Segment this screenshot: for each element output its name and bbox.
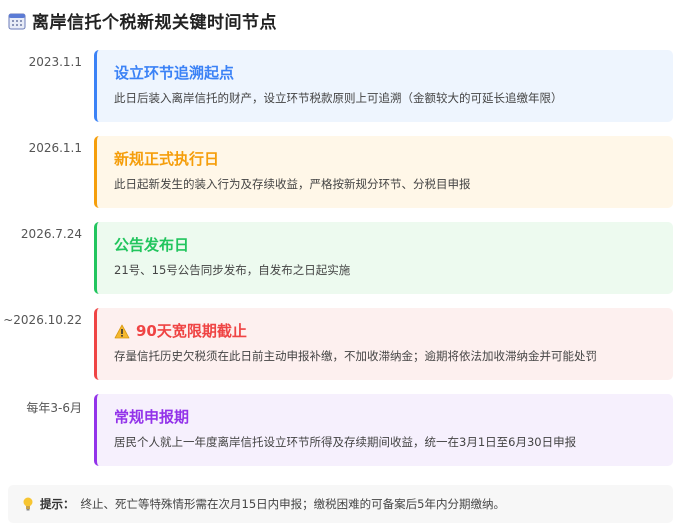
timeline-card: 设立环节追溯起点 此日后装入离岸信托的财产，设立环节税款原则上可追溯（金额较大的…	[94, 50, 673, 122]
timeline-desc: 存量信托历史欠税须在此日前主动申报补缴，不加收滞纳金；逾期将依法加收滞纳金并可能…	[114, 349, 597, 363]
calendar-icon	[8, 13, 26, 29]
timeline-title: 公告发布日	[114, 236, 190, 254]
tip-text: 终止、死亡等特殊情形需在次月15日内申报；缴税困难的可备案后5年内分期缴纳。	[80, 497, 505, 511]
timeline-date: ~2026.10.22	[3, 313, 82, 327]
timeline-desc: 居民个人就上一年度离岸信托设立环节所得及存续期间收益，统一在3月1日至6月30日…	[114, 435, 577, 449]
timeline-card: 90天宽限期截止 存量信托历史欠税须在此日前主动申报补缴，不加收滞纳金；逾期将依…	[94, 308, 673, 380]
lightbulb-icon	[23, 497, 33, 511]
timeline-desc: 此日起新发生的装入行为及存续收益，严格按新规分环节、分税目申报	[114, 177, 471, 191]
timeline-item: 2023.1.1 设立环节追溯起点 此日后装入离岸信托的财产，设立环节税款原则上…	[0, 50, 678, 122]
timeline-date: 2026.7.24	[20, 227, 82, 241]
timeline-desc: 21号、15号公告同步发布，自发布之日起实施	[114, 263, 351, 277]
timeline-title: 90天宽限期截止	[114, 320, 673, 342]
timeline-item: 2026.1.1 新规正式执行日 此日起新发生的装入行为及存续收益，严格按新规分…	[0, 136, 678, 208]
timeline-title: 新规正式执行日	[114, 150, 220, 168]
page-title: 离岸信托个税新规关键时间节点	[32, 13, 277, 33]
timeline-date: 2026.1.1	[28, 141, 82, 155]
timeline-desc: 此日后装入离岸信托的财产，设立环节税款原则上可追溯（金额较大的可延长追缴年限）	[114, 91, 563, 105]
timeline-title: 常规申报期	[114, 408, 190, 426]
tip-label: 提示：	[40, 497, 75, 511]
timeline-card: 新规正式执行日 此日起新发生的装入行为及存续收益，严格按新规分环节、分税目申报	[94, 136, 673, 208]
timeline-title: 设立环节追溯起点	[114, 64, 235, 82]
timeline-date: 每年3-6月	[26, 401, 82, 415]
tip-box: 提示： 终止、死亡等特殊情形需在次月15日内申报；缴税困难的可备案后5年内分期缴…	[8, 485, 673, 523]
timeline-date: 2023.1.1	[28, 55, 82, 69]
page-header: 离岸信托个税新规关键时间节点	[8, 8, 277, 33]
timeline-card: 常规申报期 居民个人就上一年度离岸信托设立环节所得及存续期间收益，统一在3月1日…	[94, 394, 673, 466]
warning-icon	[114, 324, 130, 338]
timeline-card: 公告发布日 21号、15号公告同步发布，自发布之日起实施	[94, 222, 673, 294]
timeline-item: 2026.7.24 公告发布日 21号、15号公告同步发布，自发布之日起实施	[0, 222, 678, 294]
timeline-item: 每年3-6月 常规申报期 居民个人就上一年度离岸信托设立环节所得及存续期间收益，…	[0, 394, 678, 466]
timeline-item: ~2026.10.22 90天宽限期截止 存量信托历史欠税须在此日前主动申报补缴…	[0, 308, 678, 380]
